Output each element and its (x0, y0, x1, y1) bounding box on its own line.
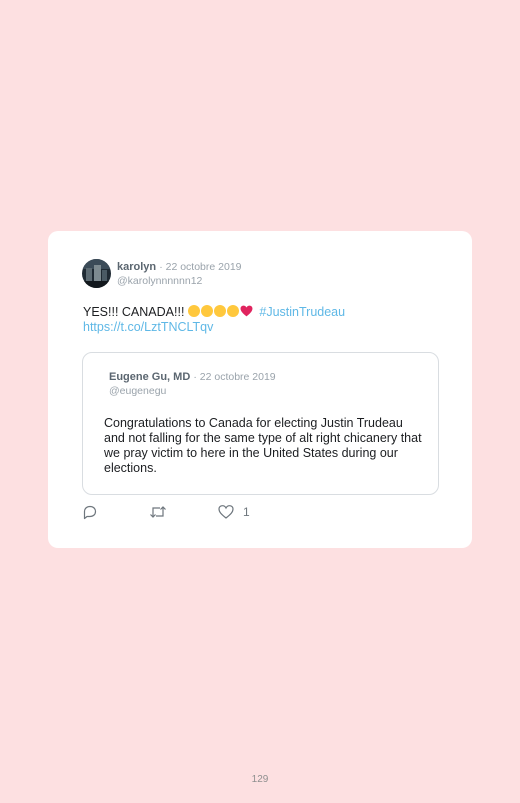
tweet-date[interactable]: · 22 octobre 2019 (159, 261, 241, 273)
like-button[interactable]: 1 (218, 503, 250, 521)
quoted-handle[interactable]: @eugenegu (109, 385, 166, 397)
tweet-card: karolyn · 22 octobre 2019 @karolynnnnnn1… (48, 231, 472, 548)
like-count: 1 (243, 505, 250, 519)
slightly-smiling-face-icon (226, 305, 239, 317)
author-name[interactable]: karolyn (117, 261, 156, 273)
smiling-face-icon (187, 305, 200, 317)
quoted-tweet[interactable]: Eugene Gu, MD · 22 octobre 2019 @eugeneg… (82, 352, 439, 495)
author-name-line[interactable]: karolyn · 22 octobre 2019 (117, 261, 242, 273)
quoted-text: Congratulations to Canada for electing J… (104, 416, 422, 475)
reply-icon (83, 505, 97, 520)
tweet-url-link[interactable]: https://t.co/LztTNCLTqv (83, 320, 213, 334)
red-heart-icon (240, 305, 253, 317)
quoted-author-name[interactable]: Eugene Gu, MD (109, 371, 190, 383)
author-handle[interactable]: @karolynnnnnn12 (117, 275, 202, 287)
grinning-face-icon (213, 305, 226, 317)
retweet-button[interactable] (149, 503, 167, 521)
tweet-text: YES!!! CANADA!!! #JustinTrudeau https://… (83, 305, 453, 335)
tweet-actions: 1 (82, 503, 382, 521)
quoted-author-line[interactable]: Eugene Gu, MD · 22 octobre 2019 (109, 371, 276, 383)
quoted-date[interactable]: · 22 octobre 2019 (193, 371, 275, 383)
reply-button[interactable] (82, 503, 98, 521)
hugging-face-icon (200, 305, 213, 317)
hashtag-link[interactable]: #JustinTrudeau (259, 305, 345, 319)
page-number: 129 (251, 774, 269, 785)
heart-icon (218, 505, 234, 519)
tweet-body: YES!!! CANADA!!! (83, 305, 185, 319)
retweet-icon (150, 506, 166, 518)
avatar[interactable] (82, 259, 111, 288)
